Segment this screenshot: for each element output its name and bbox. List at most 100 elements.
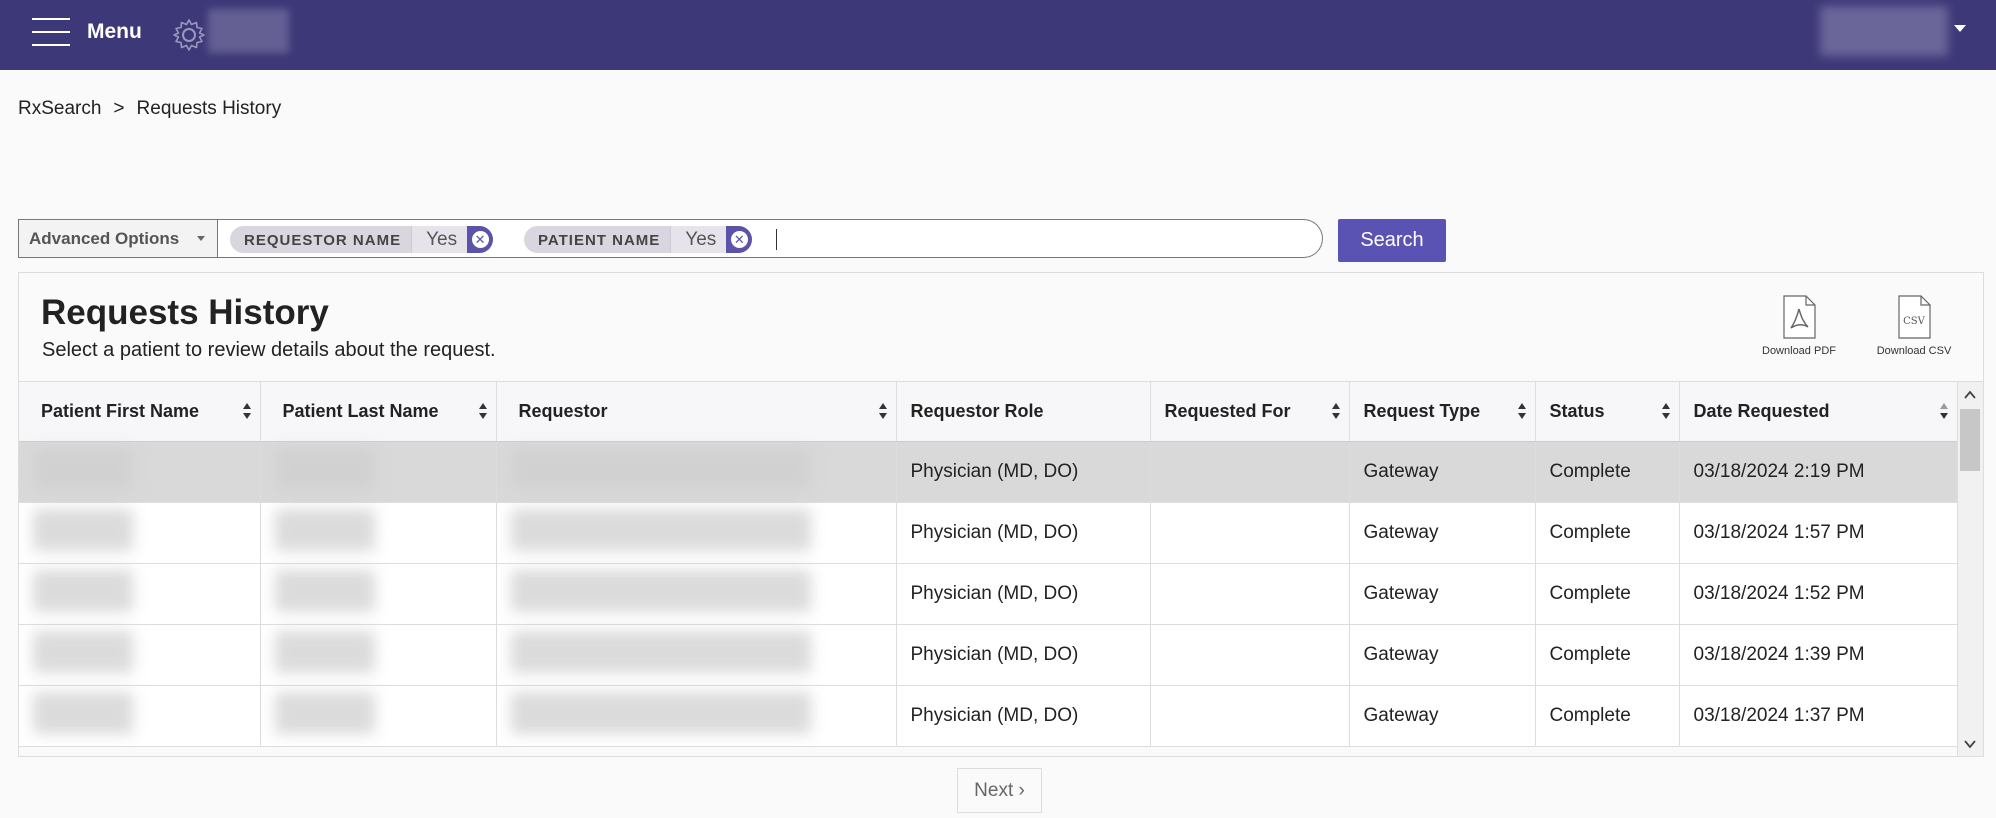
table-cell: Complete xyxy=(1535,624,1680,686)
table-cell xyxy=(1150,563,1350,625)
chip-key: PATIENT NAME xyxy=(538,232,661,249)
column-header[interactable]: Status xyxy=(1535,382,1680,442)
download-pdf-button[interactable]: Download PDF xyxy=(1754,295,1844,357)
redacted-cell xyxy=(260,441,497,503)
table-cell: Physician (MD, DO) xyxy=(896,441,1151,503)
redacted-text xyxy=(274,569,375,612)
requests-table: Patient First Name Patient Last Name Req… xyxy=(19,382,1958,747)
chip-key: REQUESTOR NAME xyxy=(244,232,402,249)
scrollbar-thumb[interactable] xyxy=(1960,409,1980,471)
redacted-text xyxy=(510,508,811,551)
caret-down-icon xyxy=(197,236,205,241)
remove-chip-button[interactable]: ✕ xyxy=(726,226,753,253)
scroll-up-icon[interactable] xyxy=(1963,388,1977,402)
scroll-down-icon[interactable] xyxy=(1963,737,1977,751)
column-label: Patient First Name xyxy=(41,400,200,421)
column-header[interactable]: Patient First Name xyxy=(19,382,261,442)
column-header[interactable]: Date Requested xyxy=(1679,382,1958,442)
user-account-menu[interactable] xyxy=(1820,6,1948,56)
column-label: Status xyxy=(1549,400,1605,421)
column-header[interactable]: Requested For xyxy=(1150,382,1350,442)
pdf-file-icon xyxy=(1783,295,1816,339)
download-pdf-label: Download PDF xyxy=(1762,345,1836,357)
redacted-cell xyxy=(19,563,261,625)
gear-icon[interactable] xyxy=(171,17,207,53)
advanced-options-dropdown[interactable]: Advanced Options xyxy=(18,219,218,258)
hamburger-icon[interactable] xyxy=(32,18,70,46)
sort-icon xyxy=(242,403,251,419)
table-cell: Complete xyxy=(1535,441,1680,503)
next-page-button[interactable]: Next › xyxy=(957,768,1042,813)
sort-icon xyxy=(1331,403,1340,419)
redacted-cell xyxy=(260,685,497,747)
redacted-cell xyxy=(260,502,497,564)
column-header[interactable]: Requestor xyxy=(496,382,897,442)
redacted-cell xyxy=(19,502,261,564)
download-csv-button[interactable]: CSV Download CSV xyxy=(1869,295,1959,357)
sort-icon xyxy=(878,403,887,419)
sort-icon xyxy=(478,403,487,419)
table-row[interactable]: Physician (MD, DO) Gateway Complete 03/1… xyxy=(19,502,1958,564)
sort-icon xyxy=(1517,403,1526,419)
table-cell: 03/18/2024 1:52 PM xyxy=(1679,563,1958,625)
column-header[interactable]: Patient Last Name xyxy=(260,382,497,442)
table-scrollbar[interactable] xyxy=(1957,382,1983,756)
table-cell xyxy=(1150,624,1350,686)
redacted-text xyxy=(274,691,375,734)
column-label: Requestor xyxy=(518,400,608,421)
chip-value: Yes xyxy=(670,226,727,253)
column-label: Patient Last Name xyxy=(282,400,439,421)
redacted-text xyxy=(510,447,811,490)
top-bar: Menu xyxy=(0,0,1996,70)
close-icon: ✕ xyxy=(471,231,489,248)
breadcrumb-separator: > xyxy=(113,98,125,119)
csv-icon-text: CSV xyxy=(1903,316,1926,327)
redacted-text xyxy=(33,691,133,734)
remove-chip-button[interactable]: ✕ xyxy=(467,226,494,253)
table-cell xyxy=(1150,685,1350,747)
table-cell: Gateway xyxy=(1349,441,1536,503)
search-input[interactable]: REQUESTOR NAME Yes ✕ PATIENT NAME Yes ✕ xyxy=(218,219,1323,258)
table-cell: Gateway xyxy=(1349,563,1536,625)
table-cell xyxy=(1150,502,1350,564)
redacted-text xyxy=(33,630,133,673)
column-label: Requested For xyxy=(1164,400,1291,421)
search-button[interactable]: Search xyxy=(1338,219,1446,262)
redacted-cell xyxy=(19,441,261,503)
redacted-cell xyxy=(260,563,497,625)
redacted-cell xyxy=(496,502,897,564)
menu-label[interactable]: Menu xyxy=(87,20,142,44)
redacted-cell xyxy=(496,624,897,686)
sort-desc-icon xyxy=(1939,403,1948,419)
table-row[interactable]: Physician (MD, DO) Gateway Complete 03/1… xyxy=(19,685,1958,747)
redacted-text xyxy=(33,508,133,551)
table-cell: 03/18/2024 1:57 PM xyxy=(1679,502,1958,564)
redacted-text xyxy=(274,447,375,490)
csv-file-icon: CSV xyxy=(1898,295,1931,339)
text-cursor xyxy=(776,229,777,250)
table-cell: Physician (MD, DO) xyxy=(896,685,1151,747)
table-cell: Physician (MD, DO) xyxy=(896,624,1151,686)
redacted-cell xyxy=(496,563,897,625)
redacted-text xyxy=(274,508,375,551)
table-row[interactable]: Physician (MD, DO) Gateway Complete 03/1… xyxy=(19,624,1958,686)
table-row[interactable]: Physician (MD, DO) Gateway Complete 03/1… xyxy=(19,563,1958,625)
chevron-down-icon[interactable] xyxy=(1954,25,1966,32)
table-cell: Gateway xyxy=(1349,624,1536,686)
table-cell: Complete xyxy=(1535,502,1680,564)
redacted-cell xyxy=(496,441,897,503)
redacted-text xyxy=(510,569,811,612)
page-subtitle: Select a patient to review details about… xyxy=(42,339,496,361)
column-header[interactable]: Request Type xyxy=(1349,382,1536,442)
table-cell: 03/18/2024 1:39 PM xyxy=(1679,624,1958,686)
breadcrumb: RxSearch > Requests History xyxy=(18,98,281,120)
table-cell xyxy=(1150,441,1350,503)
requests-table-container: Patient First Name Patient Last Name Req… xyxy=(19,381,1983,756)
sort-icon xyxy=(1661,403,1670,419)
breadcrumb-root-link[interactable]: RxSearch xyxy=(18,98,101,119)
table-row[interactable]: Physician (MD, DO) Gateway Complete 03/1… xyxy=(19,441,1958,503)
redacted-cell xyxy=(19,624,261,686)
table-cell: 03/18/2024 1:37 PM xyxy=(1679,685,1958,747)
redacted-logo xyxy=(208,9,289,53)
column-header[interactable]: Requestor Role xyxy=(896,382,1151,442)
